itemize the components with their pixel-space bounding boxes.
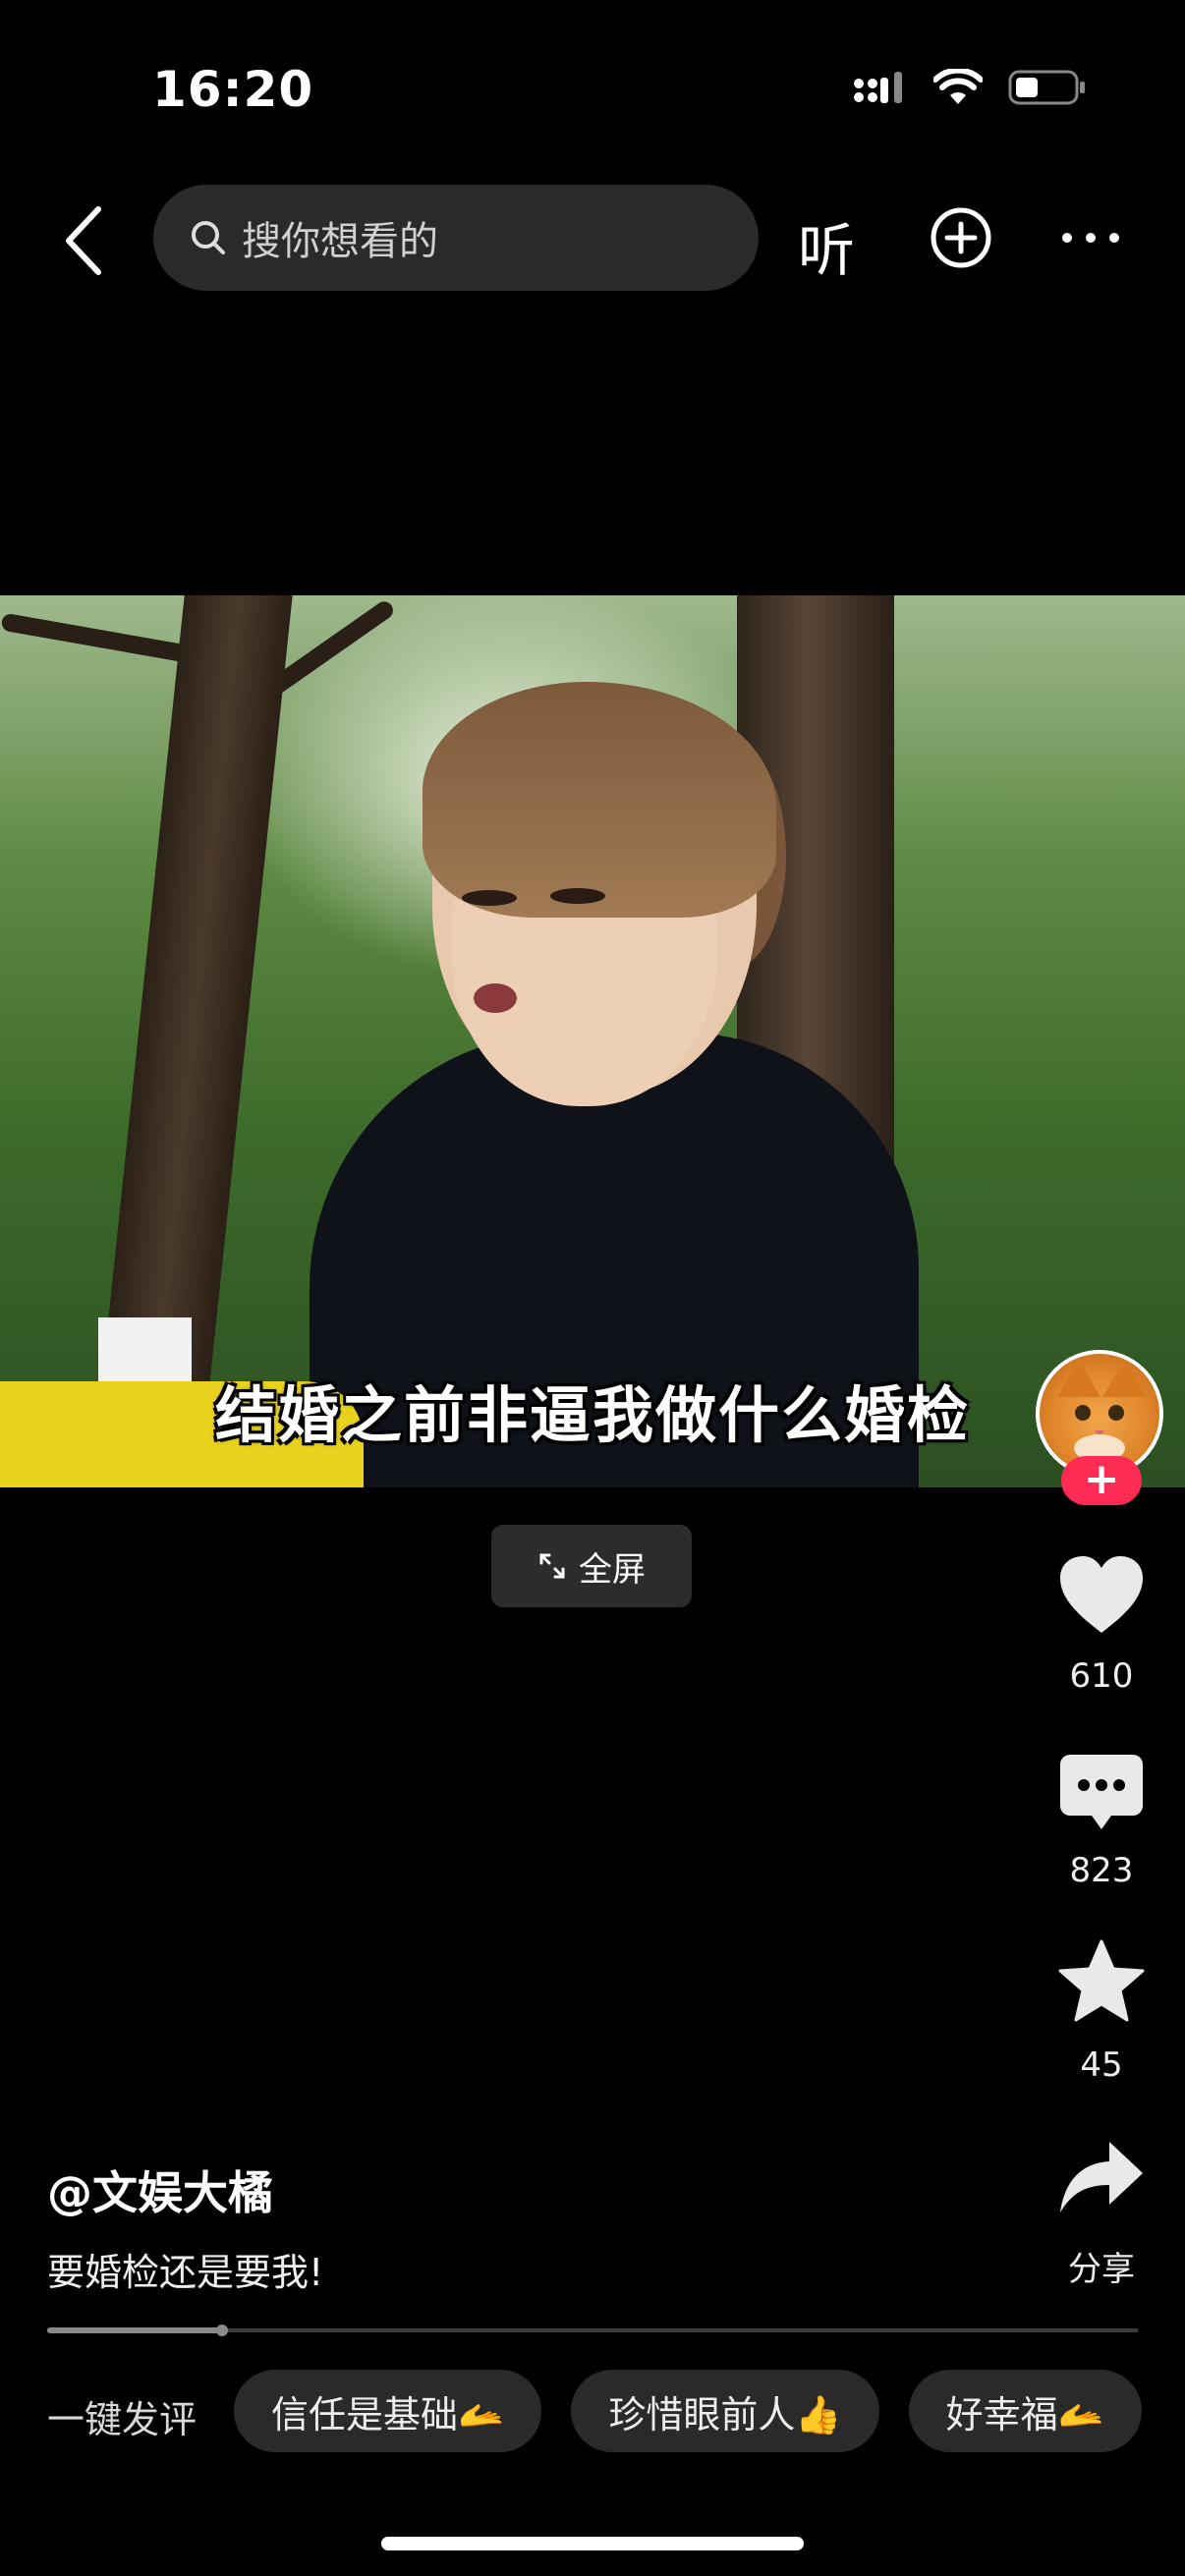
- add-icon[interactable]: [930, 206, 992, 269]
- video-mouth: [474, 983, 517, 1013]
- status-icons: [853, 69, 1087, 106]
- search-bar[interactable]: 搜你想看的: [153, 185, 759, 291]
- video-eye-left: [462, 890, 517, 906]
- video-subtitle: 结婚之前非逼我做什么婚检: [214, 1379, 970, 1451]
- signal-icon: [854, 72, 902, 103]
- search-placeholder: 搜你想看的: [242, 219, 438, 264]
- quick-comment-chip[interactable]: 珍惜眼前人👍: [571, 2370, 879, 2452]
- follow-button[interactable]: +: [1061, 1456, 1142, 1505]
- like-count: 610: [1069, 1656, 1134, 1696]
- quick-comment-label: 一键发评: [47, 2398, 198, 2441]
- share-label[interactable]: 分享: [1032, 2242, 1171, 2290]
- wifi-icon: [933, 69, 983, 104]
- author-name[interactable]: @文娱大橘: [47, 2157, 273, 2222]
- back-arrow-icon[interactable]: [59, 201, 108, 280]
- progress-handle[interactable]: [215, 2324, 228, 2336]
- like-heart-icon[interactable]: [1056, 1550, 1147, 1641]
- quick-comment-chip[interactable]: 信任是基础🫴: [234, 2370, 542, 2452]
- favorite-count: 45: [1080, 2045, 1123, 2085]
- progress-fill: [47, 2327, 222, 2333]
- favorite-star-icon[interactable]: [1056, 1937, 1147, 2028]
- status-time: 16:20: [152, 61, 314, 118]
- comment-icon[interactable]: [1056, 1747, 1147, 1837]
- fullscreen-label: 全屏: [579, 1549, 646, 1590]
- search-icon: [192, 221, 225, 254]
- expand-icon: [539, 1553, 565, 1579]
- share-arrow-icon[interactable]: [1056, 2134, 1147, 2224]
- listen-button[interactable]: 听: [798, 204, 855, 287]
- video-eye-right: [550, 888, 605, 904]
- comment-count: 823: [1069, 1851, 1134, 1890]
- home-indicator[interactable]: [381, 2537, 804, 2550]
- quick-comment-chip[interactable]: 好幸福🫴: [908, 2370, 1142, 2452]
- post-description: 要婚检还是要我!: [47, 2251, 324, 2294]
- battery-icon: [1008, 70, 1085, 105]
- fullscreen-button[interactable]: 全屏: [491, 1525, 692, 1607]
- quick-comment-chips: 信任是基础🫴 珍惜眼前人👍 好幸福🫴: [234, 2370, 1142, 2452]
- video-player[interactable]: 结婚之前非逼我做什么婚检: [0, 595, 1185, 1487]
- more-icon[interactable]: [1059, 228, 1122, 248]
